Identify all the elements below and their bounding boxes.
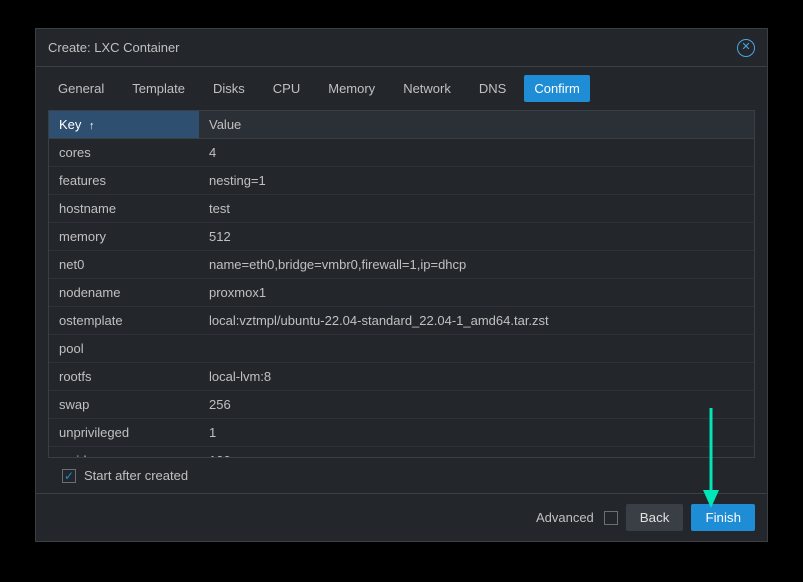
row-value <box>199 335 754 363</box>
row-value: local-lvm:8 <box>199 363 754 391</box>
table-row[interactable]: ostemplatelocal:vztmpl/ubuntu-22.04-stan… <box>49 307 754 335</box>
modal-footer: Advanced Back Finish <box>36 493 767 541</box>
table-row[interactable]: memory512 <box>49 223 754 251</box>
row-key: pool <box>49 335 199 363</box>
create-lxc-modal: Create: LXC Container ✕ General Template… <box>35 28 768 542</box>
row-key: ostemplate <box>49 307 199 335</box>
modal-header: Create: LXC Container ✕ <box>36 29 767 67</box>
confirm-table-wrap: Key ↑ Value cores4featuresnesting=1hostn… <box>48 110 755 458</box>
tab-network[interactable]: Network <box>393 75 461 102</box>
start-after-checkbox[interactable]: ✓ <box>62 469 76 483</box>
table-row[interactable]: swap256 <box>49 391 754 419</box>
row-key: hostname <box>49 195 199 223</box>
row-value: 1 <box>199 419 754 447</box>
table-row[interactable]: pool <box>49 335 754 363</box>
row-value: 512 <box>199 223 754 251</box>
modal-title: Create: LXC Container <box>48 40 180 55</box>
tab-dns[interactable]: DNS <box>469 75 516 102</box>
row-value: proxmox1 <box>199 279 754 307</box>
table-row[interactable]: hostnametest <box>49 195 754 223</box>
row-key: memory <box>49 223 199 251</box>
column-header-value[interactable]: Value <box>199 111 754 139</box>
wizard-tabs: General Template Disks CPU Memory Networ… <box>36 67 767 110</box>
row-key: vmid <box>49 447 199 459</box>
table-row[interactable]: vmid100 <box>49 447 754 459</box>
confirm-table: Key ↑ Value cores4featuresnesting=1hostn… <box>49 111 754 458</box>
row-value: 100 <box>199 447 754 459</box>
row-value: local:vztmpl/ubuntu-22.04-standard_22.04… <box>199 307 754 335</box>
row-value: 4 <box>199 139 754 167</box>
tab-template[interactable]: Template <box>122 75 195 102</box>
start-after-label: Start after created <box>84 468 188 483</box>
table-row[interactable]: featuresnesting=1 <box>49 167 754 195</box>
row-key: rootfs <box>49 363 199 391</box>
column-header-key[interactable]: Key ↑ <box>49 111 199 139</box>
tab-memory[interactable]: Memory <box>318 75 385 102</box>
row-key: features <box>49 167 199 195</box>
row-key: cores <box>49 139 199 167</box>
back-button[interactable]: Back <box>626 504 684 531</box>
row-value: test <box>199 195 754 223</box>
finish-button[interactable]: Finish <box>691 504 755 531</box>
row-value: name=eth0,bridge=vmbr0,firewall=1,ip=dhc… <box>199 251 754 279</box>
advanced-label: Advanced <box>536 510 594 525</box>
table-row[interactable]: nodenameproxmox1 <box>49 279 754 307</box>
row-key: net0 <box>49 251 199 279</box>
advanced-checkbox[interactable] <box>604 511 618 525</box>
row-key: swap <box>49 391 199 419</box>
sort-asc-icon: ↑ <box>89 120 95 132</box>
table-row[interactable]: net0name=eth0,bridge=vmbr0,firewall=1,ip… <box>49 251 754 279</box>
table-row[interactable]: unprivileged1 <box>49 419 754 447</box>
row-key: unprivileged <box>49 419 199 447</box>
close-icon[interactable]: ✕ <box>737 39 755 57</box>
tab-confirm[interactable]: Confirm <box>524 75 590 102</box>
table-row[interactable]: rootfslocal-lvm:8 <box>49 363 754 391</box>
modal-content: Key ↑ Value cores4featuresnesting=1hostn… <box>36 110 767 493</box>
row-value: nesting=1 <box>199 167 754 195</box>
start-after-row: ✓ Start after created <box>48 458 755 489</box>
tab-general[interactable]: General <box>48 75 114 102</box>
table-row[interactable]: cores4 <box>49 139 754 167</box>
tab-cpu[interactable]: CPU <box>263 75 310 102</box>
row-key: nodename <box>49 279 199 307</box>
row-value: 256 <box>199 391 754 419</box>
tab-disks[interactable]: Disks <box>203 75 255 102</box>
